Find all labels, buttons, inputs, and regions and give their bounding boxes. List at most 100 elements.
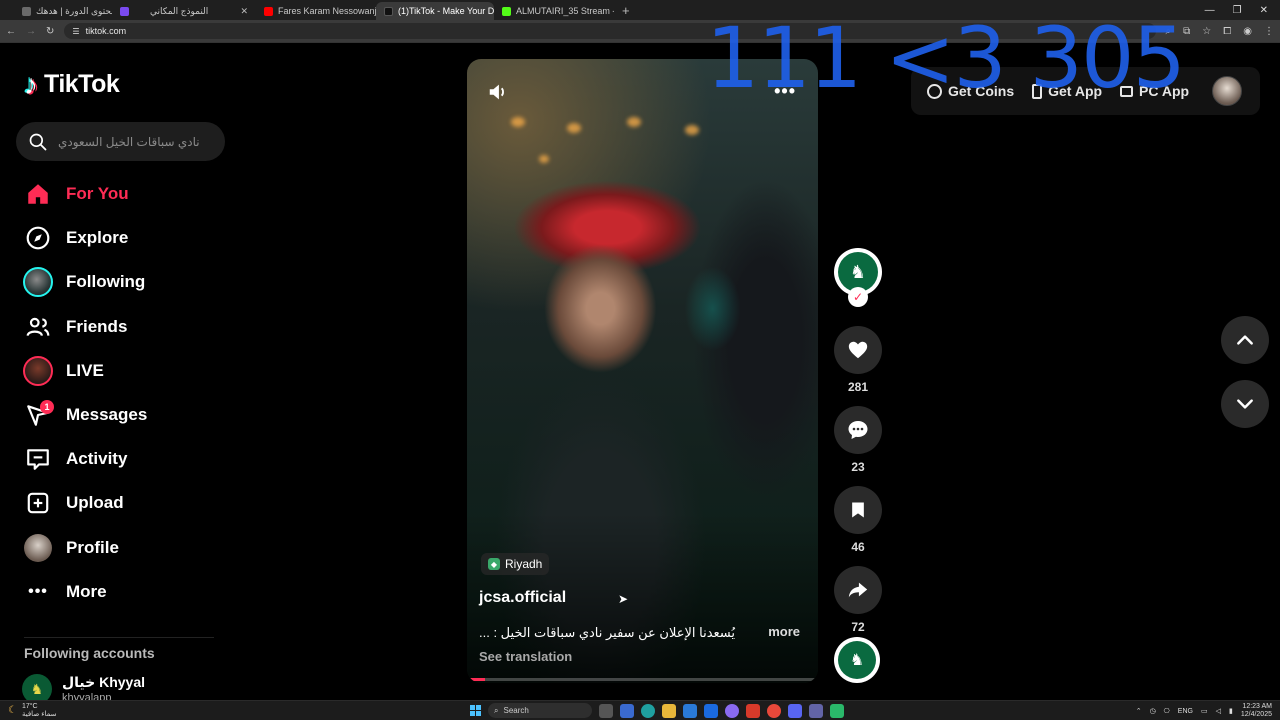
extensions-icon[interactable]: ⧠: [1223, 26, 1231, 37]
clock-time: 12:23 AM: [1242, 703, 1272, 710]
clock[interactable]: 12:23 AM 12/4/2025: [1241, 703, 1272, 719]
nav-item-explore[interactable]: Explore: [20, 216, 220, 260]
previous-video-button[interactable]: [1221, 316, 1269, 364]
share-action[interactable]: 72: [834, 566, 882, 634]
search-icon: ⌕: [494, 705, 499, 715]
comment-icon: [848, 421, 868, 439]
maximize-icon[interactable]: ❐: [1233, 5, 1242, 16]
taskbar-search[interactable]: ⌕ Search: [488, 703, 592, 718]
network-icon[interactable]: ▭: [1201, 707, 1208, 715]
user-avatar[interactable]: [1212, 76, 1242, 106]
discord-icon[interactable]: [788, 703, 802, 718]
friends-icon: [26, 317, 50, 336]
more-dots-icon: •••: [28, 582, 48, 600]
windows-start-icon[interactable]: [470, 705, 481, 716]
battery-icon[interactable]: ▮: [1229, 707, 1233, 715]
volume-button[interactable]: [487, 81, 509, 108]
nav-item-messages[interactable]: 1 Messages: [20, 393, 220, 437]
browser-tab[interactable]: محتوى الدورة | هدهك: [0, 2, 112, 20]
heart-icon: [848, 341, 868, 359]
video-progress-bar[interactable]: [467, 678, 818, 681]
video-username[interactable]: jcsa.official: [479, 589, 566, 607]
volume-tray-icon[interactable]: ◁: [1216, 707, 1221, 715]
location-pin-icon: ◆: [488, 558, 500, 570]
comment-action[interactable]: 23: [834, 406, 882, 474]
browser-tab[interactable]: النموذج المكاني ✕: [142, 2, 256, 20]
nav-item-live[interactable]: LIVE: [20, 349, 220, 393]
bookmark-star-icon[interactable]: ☆: [1202, 26, 1211, 37]
browser-tab-active[interactable]: (1)TikTok - Make Your Day ✕: [376, 2, 494, 20]
install-icon[interactable]: ⧉: [1183, 26, 1190, 37]
action-rail: ♞ ✓ 281 23 46 72: [834, 248, 882, 634]
upload-icon: [27, 493, 49, 514]
teams-icon[interactable]: [809, 703, 823, 718]
nav-item-profile[interactable]: Profile: [20, 526, 220, 570]
like-action[interactable]: 281: [834, 326, 882, 394]
forward-icon[interactable]: →: [26, 26, 36, 37]
app-icon[interactable]: [746, 703, 760, 718]
browser-tab[interactable]: ALMUTAIRI_35 Stream - Watch ✕: [494, 2, 614, 20]
task-view-icon[interactable]: [599, 703, 613, 718]
compass-icon: [26, 226, 50, 250]
sidebar-divider: [24, 637, 214, 638]
mouse-cursor-icon: ➤: [618, 592, 629, 606]
account-name: خيال Khyyal: [62, 674, 146, 690]
menu-icon[interactable]: ⋮: [1264, 26, 1274, 37]
back-icon[interactable]: ←: [6, 26, 16, 37]
file-explorer-icon[interactable]: [662, 703, 676, 718]
browser-tab[interactable]: Fares Karam Nessowanje ✕: [256, 2, 376, 20]
nav-item-following[interactable]: Following: [20, 260, 220, 304]
logo-wordmark: TikTok: [44, 70, 120, 98]
tab-favicon-icon: [22, 6, 31, 16]
edge-icon[interactable]: [641, 703, 655, 718]
location-chip[interactable]: ◆ Riyadh: [481, 553, 550, 575]
sidebar-nav: For You Explore Following Friends LIVE 1…: [20, 172, 220, 614]
language-indicator[interactable]: ENG: [1178, 708, 1193, 715]
tab-close-icon[interactable]: ✕: [234, 6, 248, 17]
widgets-icon[interactable]: [620, 703, 634, 718]
tiktok-logo[interactable]: ♪ TikTok: [24, 70, 120, 99]
tray-usb-icon[interactable]: ⎔: [1164, 707, 1170, 715]
nav-label: For You: [66, 184, 129, 204]
tab-title: محتوى الدورة | هدهك: [36, 5, 112, 16]
chrome-icon[interactable]: [767, 703, 781, 718]
overlay-text: 111 <3 305: [706, 9, 1186, 107]
taskbar-search-label: Search: [503, 706, 529, 715]
browser-tab[interactable]: [112, 2, 142, 20]
close-window-icon[interactable]: ✕: [1260, 5, 1268, 16]
location-label: Riyadh: [505, 557, 543, 571]
following-avatar-icon: [23, 267, 53, 298]
tray-app-icon[interactable]: ◷: [1150, 707, 1156, 715]
share-count: 72: [851, 620, 865, 634]
profile-icon[interactable]: ◉: [1243, 26, 1252, 37]
save-action[interactable]: 46: [834, 486, 882, 554]
messages-badge: 1: [40, 400, 54, 415]
search-input[interactable]: نادي سباقات الخيل السعودي: [16, 122, 225, 161]
nav-label: Profile: [66, 537, 119, 557]
site-info-icon[interactable]: ☰: [72, 27, 79, 36]
save-count: 46: [851, 540, 865, 554]
mail-icon[interactable]: [704, 703, 718, 718]
minimize-icon[interactable]: —: [1205, 5, 1215, 16]
original-sound-button[interactable]: ♞: [834, 637, 880, 683]
nav-item-for-you[interactable]: For You: [20, 172, 220, 216]
nav-item-friends[interactable]: Friends: [20, 305, 220, 349]
app-icon[interactable]: [830, 703, 844, 718]
tray-chevron-icon[interactable]: ⌃: [1136, 707, 1142, 715]
weather-widget[interactable]: ☾ 17°C سماء صافية: [0, 703, 57, 718]
new-tab-button[interactable]: +: [614, 3, 638, 18]
store-icon[interactable]: [683, 703, 697, 718]
nav-item-more[interactable]: ••• More: [20, 570, 220, 614]
see-translation-link[interactable]: See translation: [479, 649, 572, 664]
system-tray: ⌃ ◷ ⎔ ENG ▭ ◁ ▮ 12:23 AM 12/4/2025: [1136, 703, 1272, 719]
nav-item-upload[interactable]: Upload: [20, 481, 220, 525]
youtube-favicon-icon: [264, 6, 273, 16]
video-player[interactable]: ••• ◆ Riyadh jcsa.official يُسعدنا الإعل…: [467, 59, 818, 683]
creator-avatar[interactable]: ♞ ✓: [834, 248, 882, 307]
nav-item-activity[interactable]: Activity: [20, 437, 220, 481]
following-check-icon[interactable]: ✓: [848, 287, 868, 307]
caption-more-button[interactable]: more: [768, 624, 800, 639]
next-video-button[interactable]: [1221, 380, 1269, 428]
reload-icon[interactable]: ↻: [46, 26, 54, 37]
copilot-icon[interactable]: [725, 703, 739, 718]
